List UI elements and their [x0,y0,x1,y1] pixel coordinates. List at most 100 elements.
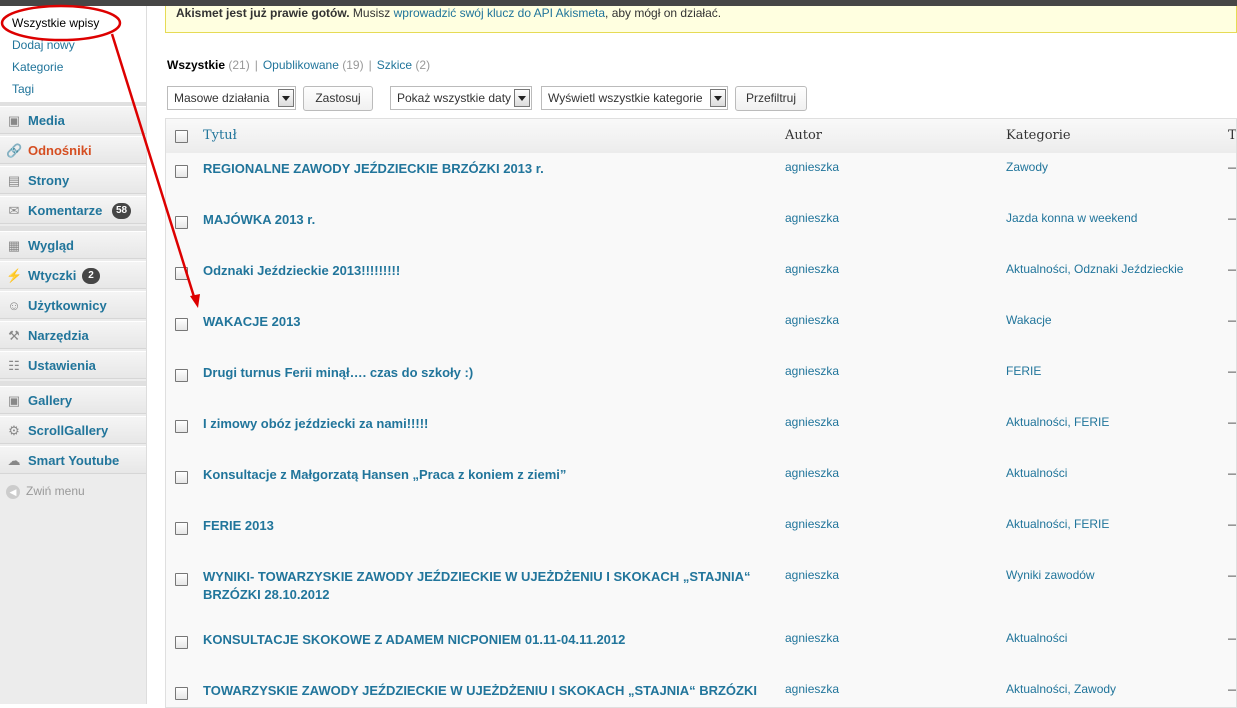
admin-top-bar [0,0,1237,6]
sidebar-item-komentarze[interactable]: ✉ Komentarze 58 [0,196,146,224]
post-categories[interactable]: Jazda konna w weekend [1006,211,1137,225]
post-author-link[interactable]: agnieszka [785,466,839,480]
chevron-down-icon [514,89,530,107]
posts-table: Tytuł Autor Kategorie T REGIONALNE ZAWOD… [165,118,1237,708]
column-categories: Kategorie [1006,128,1071,143]
submenu-add-new[interactable]: Dodaj nowy [12,38,75,52]
sidebar-item-smart-youtube[interactable]: ☁ Smart Youtube [0,446,146,474]
sidebar-item-label: Ustawienia [28,358,96,373]
youtube-icon: ☁ [7,453,21,468]
chevron-down-icon [710,89,726,107]
post-tags: — [1228,160,1236,174]
post-title-link[interactable]: Konsultacje z Małgorzatą Hansen „Praca z… [203,466,763,484]
table-row: WYNIKI- TOWARZYSKIE ZAWODY JEŹDZIECKIE W… [166,561,1236,625]
appearance-icon: ▦ [7,238,21,253]
sidebar-item-label: ScrollGallery [28,423,109,438]
view-separator: | [368,58,372,72]
post-title-link[interactable]: KONSULTACJE SKOKOWE Z ADAMEM NICPONIEM 0… [203,631,763,649]
post-tags: — [1228,631,1236,645]
post-author-link[interactable]: agnieszka [785,568,839,582]
view-all[interactable]: Wszystkie [167,58,225,72]
sidebar-item-label: Narzędzia [28,328,89,343]
view-all-count: (21) [228,58,250,72]
row-checkbox[interactable] [175,687,188,700]
post-tags: — [1228,364,1236,378]
bulk-actions-select[interactable]: Masowe działania [167,86,296,110]
sidebar-item-narz-dzia[interactable]: ⚒ Narzędzia [0,321,146,349]
post-title-link[interactable]: WAKACJE 2013 [203,313,763,331]
post-author-link[interactable]: agnieszka [785,160,839,174]
table-row: REGIONALNE ZAWODY JEŹDZIECKIE BRZÓZKI 20… [166,153,1236,205]
gear-icon: ⚙ [8,423,20,438]
post-categories[interactable]: Wakacje [1006,313,1052,327]
select-all-checkbox[interactable] [175,130,188,143]
row-checkbox[interactable] [175,522,188,535]
notice-bold: Akismet jest już prawie gotów. [176,6,350,20]
row-checkbox[interactable] [175,573,188,586]
post-author-link[interactable]: agnieszka [785,682,839,696]
submenu-tags[interactable]: Tagi [12,82,34,96]
post-categories[interactable]: Aktualności, Odznaki Jeździeckie [1006,262,1183,276]
settings-icon: ☷ [8,358,20,373]
collapse-menu-button[interactable]: ◀ Zwiń menu [6,484,85,499]
view-drafts[interactable]: Szkice [377,58,412,72]
post-categories[interactable]: Aktualności, FERIE [1006,517,1109,531]
sidebar-item-media[interactable]: ▣ Media [0,106,146,134]
post-categories[interactable]: FERIE [1006,364,1041,378]
row-checkbox[interactable] [175,318,188,331]
sidebar-item-wtyczki[interactable]: ⚡ Wtyczki 2 [0,261,146,289]
sidebar-item-u-ytkownicy[interactable]: ☺ Użytkownicy [0,291,146,319]
sidebar-item-scrollgallery[interactable]: ⚙ ScrollGallery [0,416,146,444]
sidebar-item-strony[interactable]: ▤ Strony [0,166,146,194]
post-categories[interactable]: Wyniki zawodów [1006,568,1095,582]
post-title-link[interactable]: Odznaki Jeździeckie 2013!!!!!!!!! [203,262,763,280]
sidebar-item-gallery[interactable]: ▣ Gallery [0,386,146,414]
column-title[interactable]: Tytuł [203,128,237,143]
column-tags: T [1228,128,1237,143]
post-author-link[interactable]: agnieszka [785,313,839,327]
post-categories[interactable]: Aktualności, FERIE [1006,415,1109,429]
table-row: WAKACJE 2013 agnieszka Wakacje — [166,306,1236,358]
post-author-link[interactable]: agnieszka [785,262,839,276]
post-author-link[interactable]: agnieszka [785,211,839,225]
date-filter-select[interactable]: Pokaż wszystkie daty [390,86,532,110]
row-checkbox[interactable] [175,471,188,484]
post-title-link[interactable]: FERIE 2013 [203,517,763,535]
sidebar-item-odno-niki[interactable]: 🔗 Odnośniki [0,136,146,164]
filter-button[interactable]: Przefiltruj [735,86,807,111]
post-author-link[interactable]: agnieszka [785,415,839,429]
date-filter-value: Pokaż wszystkie daty [397,91,512,105]
post-author-link[interactable]: agnieszka [785,631,839,645]
post-author-link[interactable]: agnieszka [785,364,839,378]
view-published[interactable]: Opublikowane [263,58,339,72]
post-categories[interactable]: Aktualności, Zawody [1006,682,1116,696]
users-icon: ☺ [7,298,21,313]
post-title-link[interactable]: TOWARZYSKIE ZAWODY JEŹDZIECKIE W UJEŻDŻE… [203,682,763,700]
row-checkbox[interactable] [175,165,188,178]
sidebar-item-ustawienia[interactable]: ☷ Ustawienia [0,351,146,379]
apply-button[interactable]: Zastosuj [303,86,373,111]
post-title-link[interactable]: WYNIKI- TOWARZYSKIE ZAWODY JEŹDZIECKIE W… [203,568,763,604]
sidebar-item-label: Użytkownicy [28,298,107,313]
post-categories[interactable]: Aktualności [1006,466,1067,480]
row-checkbox[interactable] [175,636,188,649]
post-title-link[interactable]: MAJÓWKA 2013 r. [203,211,763,229]
post-title-link[interactable]: Drugi turnus Ferii minął…. czas do szkoł… [203,364,763,382]
sidebar-item-wygl-d[interactable]: ▦ Wygląd [0,231,146,259]
post-title-link[interactable]: I zimowy obóz jeździecki za nami!!!!! [203,415,763,433]
collapse-label: Zwiń menu [26,484,85,498]
post-author-link[interactable]: agnieszka [785,517,839,531]
row-checkbox[interactable] [175,420,188,433]
submenu-all-posts[interactable]: Wszystkie wpisy [12,16,99,30]
category-filter-select[interactable]: Wyświetl wszystkie kategorie [541,86,728,110]
submenu-categories[interactable]: Kategorie [12,60,63,74]
post-tags: — [1228,517,1236,531]
row-checkbox[interactable] [175,216,188,229]
notice-api-key-link[interactable]: wprowadzić swój klucz do API Akismeta [394,6,605,20]
post-title-link[interactable]: REGIONALNE ZAWODY JEŹDZIECKIE BRZÓZKI 20… [203,160,763,178]
post-categories[interactable]: Zawody [1006,160,1048,174]
row-checkbox[interactable] [175,267,188,280]
post-tags: — [1228,415,1236,429]
post-categories[interactable]: Aktualności [1006,631,1067,645]
row-checkbox[interactable] [175,369,188,382]
